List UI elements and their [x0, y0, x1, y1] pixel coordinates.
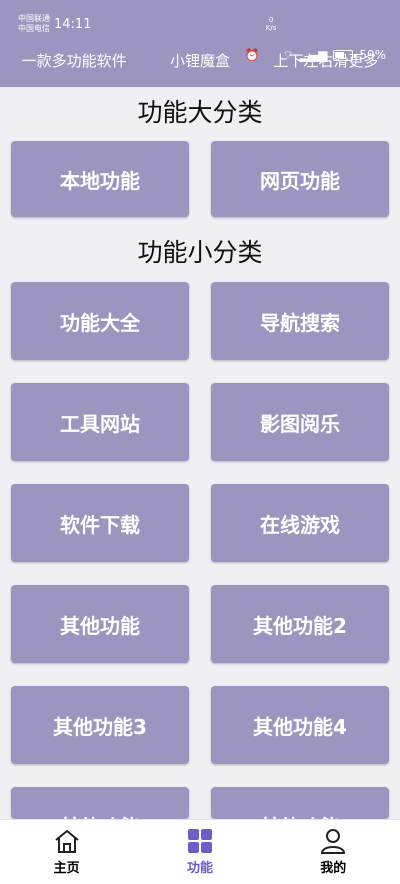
category-web[interactable]: 网页功能 [211, 141, 389, 217]
carrier-1: 中国联通 [18, 14, 50, 23]
nav-profile-label: 我的 [320, 861, 347, 876]
category-media[interactable]: 影图阅乐 [211, 383, 389, 461]
nav-profile[interactable]: 我的 [283, 820, 383, 884]
category-local[interactable]: 本地功能 [11, 141, 189, 217]
marquee-banner: 一款多功能软件 小锂魔盒 上下左右滑更多 [0, 50, 400, 71]
category-tools[interactable]: 工具网站 [11, 383, 189, 461]
category-software[interactable]: 软件下载 [11, 484, 189, 562]
category-other-3[interactable]: 其他功能3 [11, 686, 189, 764]
bottom-nav: 主页 功能 我的 [0, 819, 400, 884]
nav-features[interactable]: 功能 [150, 820, 250, 884]
small-section-title: 功能小分类 [137, 238, 263, 267]
nav-home[interactable]: 主页 [17, 820, 117, 884]
header: 中国联通 中国电信 14:11 ⏰ 0 K/s ⌔ ▂▄▆ 59% 一款多功能软… [0, 0, 400, 87]
marquee-text: 一款多功能软件 [21, 52, 127, 70]
category-games[interactable]: 在线游戏 [211, 484, 389, 562]
marquee-text: 上下左右滑更多 [273, 52, 379, 70]
status-time: 14:11 [54, 17, 92, 32]
category-other-5[interactable]: 其他功能 [11, 787, 189, 819]
user-icon [321, 829, 346, 854]
grid-icon [187, 829, 212, 853]
category-other-6[interactable]: 其他功能 [211, 787, 389, 819]
carrier-info: 中国联通 中国电信 [18, 14, 50, 34]
marquee-text: 小锂魔盒 [169, 52, 230, 70]
category-nav-search[interactable]: 导航搜索 [211, 282, 389, 360]
large-section-title: 功能大分类 [137, 98, 263, 127]
category-other[interactable]: 其他功能 [11, 585, 189, 663]
nav-features-label: 功能 [186, 861, 213, 876]
status-bar: 中国联通 中国电信 14:11 ⏰ 0 K/s ⌔ ▂▄▆ 59% [0, 0, 400, 62]
category-other-2[interactable]: 其他功能2 [211, 585, 389, 663]
category-all[interactable]: 功能大全 [11, 282, 189, 360]
nav-home-label: 主页 [53, 861, 80, 876]
carrier-2: 中国电信 [18, 24, 50, 33]
home-icon [55, 829, 79, 853]
category-other-4[interactable]: 其他功能4 [211, 686, 389, 764]
